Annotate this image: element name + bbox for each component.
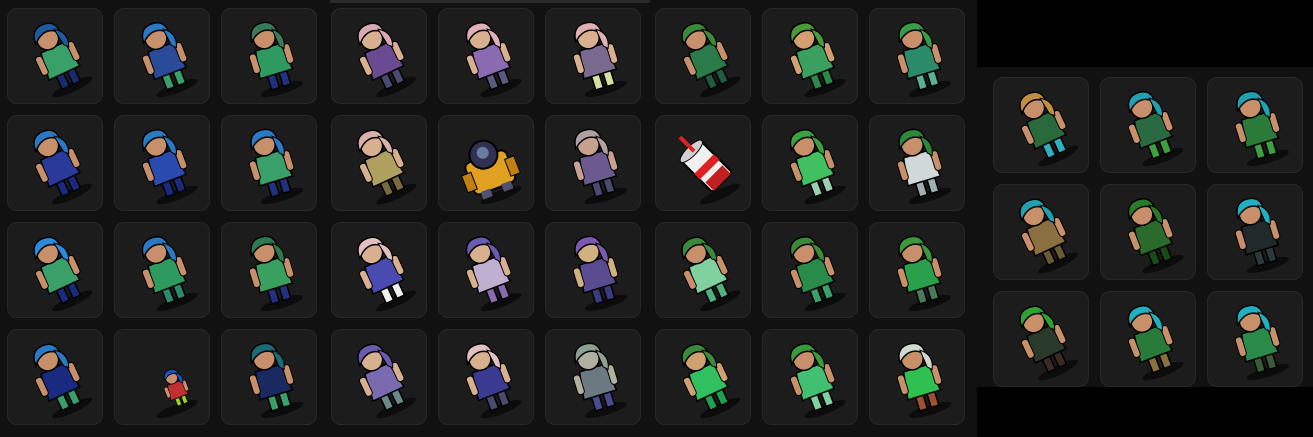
sprite-purple-hat-striped-icon: [465, 236, 522, 312]
sprite-pink-hair-navy-skirt-icon: [465, 343, 522, 419]
right-tile-r3-c1[interactable]: [993, 291, 1089, 387]
sprite-teal-hair-black-outfit-icon: [1234, 197, 1289, 273]
left-tile-r1-c6[interactable]: [545, 8, 641, 104]
sprite-green-hair-green-suit-icon: [681, 22, 741, 98]
sprite-green-cap-dark-outfit-icon: [1019, 305, 1079, 381]
sprite-pink-hair-tan-robe-icon: [357, 129, 417, 205]
left-tile-r1-c3[interactable]: [221, 8, 317, 104]
sprite-straw-hat-teal-icon: [1019, 91, 1079, 167]
sprite-pink-hair-lavender-dress-icon: [465, 22, 522, 98]
sprite-teal-hair-khaki-outfit-icon: [1019, 198, 1079, 274]
left-tile-r2-c2[interactable]: [114, 115, 210, 211]
sprite-pink-hair-yellow-skirt-icon: [572, 21, 627, 97]
left-tile-r1-c8[interactable]: [762, 8, 858, 104]
sprite-purple-hair-violet-dress-icon: [357, 343, 417, 419]
left-tile-r4-c4[interactable]: [331, 329, 427, 425]
sprite-green-hair-olive-pants-icon: [896, 235, 951, 311]
left-tile-r3-c4[interactable]: [331, 222, 427, 318]
left-tile-r4-c8[interactable]: [762, 329, 858, 425]
left-tile-r1-c7[interactable]: [655, 8, 751, 104]
left-tile-r4-c3[interactable]: [221, 329, 317, 425]
left-tile-r3-c5[interactable]: [438, 222, 534, 318]
left-tile-r3-c9[interactable]: [869, 222, 965, 318]
left-tile-r2-c1[interactable]: [7, 115, 103, 211]
left-tile-r2-c4[interactable]: [331, 115, 427, 211]
sprite-teal-hair-green-outfit-icon: [1127, 91, 1184, 167]
sprite-teal-hair-striped-green-icon: [1127, 305, 1184, 381]
right-tile-r2-c2[interactable]: [1100, 184, 1196, 280]
sprite-green-hair-mint-dress-icon: [681, 236, 741, 312]
sprite-green-hat-blue-pants-icon: [248, 21, 303, 97]
sprite-green-hair-mint-outfit-icon: [789, 129, 846, 205]
right-tile-r1-c1[interactable]: [993, 77, 1089, 173]
left-tile-r3-c2[interactable]: [114, 222, 210, 318]
left-tile-r1-c5[interactable]: [438, 8, 534, 104]
sprite-green-hair-teal-outfit-icon: [896, 21, 951, 97]
sprite-teal-hair-winged-icon: [1234, 90, 1289, 166]
sprite-grey-hair-grey-dress-icon: [572, 342, 627, 418]
right-tile-r1-c2[interactable]: [1100, 77, 1196, 173]
sprite-teal-hair-green-cape-icon: [1234, 304, 1289, 380]
right-tile-r3-c2[interactable]: [1100, 291, 1196, 387]
sprite-red-white-drink-cup-icon: [678, 135, 741, 205]
sprite-hooded-purple-outfit-icon: [572, 128, 627, 204]
sprite-green-witch-staff-icon: [1127, 198, 1184, 274]
left-tile-r1-c1[interactable]: [7, 8, 103, 104]
left-tile-r1-c9[interactable]: [869, 8, 965, 104]
left-tile-r4-c6[interactable]: [545, 329, 641, 425]
sprite-pink-hair-purple-dress-icon: [357, 22, 417, 98]
sprite-blue-hair-navy-gown-icon: [33, 129, 93, 205]
sprite-red-ribbon-white-dress-icon: [896, 128, 951, 204]
sprite-white-cat-green-dress-icon: [896, 342, 951, 418]
right-tile-r1-c3[interactable]: [1207, 77, 1303, 173]
right-tile-r2-c1[interactable]: [993, 184, 1089, 280]
sprite-blue-hair-green-top-icon: [248, 128, 303, 204]
left-tile-r2-c3[interactable]: [221, 115, 317, 211]
left-sprite-panel: [0, 0, 977, 437]
left-tile-r4-c5[interactable]: [438, 329, 534, 425]
sprite-green-hair-flowing-robe-icon: [789, 343, 846, 419]
left-tile-r2-c6[interactable]: [545, 115, 641, 211]
sprite-blue-hair-green-pants-icon: [141, 22, 198, 98]
left-tile-r3-c3[interactable]: [221, 222, 317, 318]
left-tile-r1-c4[interactable]: [331, 8, 427, 104]
left-tile-r1-c2[interactable]: [114, 8, 210, 104]
sprite-orange-mech-robot-icon: [460, 139, 522, 205]
sprite-blue-hair-green-coat-icon: [141, 236, 198, 312]
sprite-tiny-blue-red-green-icon: [156, 368, 198, 419]
left-tile-r2-c5[interactable]: [438, 115, 534, 211]
sprite-teal-hair-dark-outfit-icon: [248, 342, 303, 418]
left-tile-r4-c1[interactable]: [7, 329, 103, 425]
left-tile-r4-c9[interactable]: [869, 329, 965, 425]
sprite-green-hood-armored-icon: [248, 235, 303, 311]
sprite-pink-hair-indigo-dress-icon: [357, 236, 417, 312]
sprite-blue-hair-blue-dress-icon: [141, 129, 198, 205]
left-tile-r3-c8[interactable]: [762, 222, 858, 318]
right-sprite-panel: [977, 67, 1313, 387]
sprite-green-hair-green-skirt-icon: [789, 22, 846, 98]
left-tile-r2-c8[interactable]: [762, 115, 858, 211]
sprite-purple-hood-robe-icon: [572, 235, 627, 311]
left-tile-r4-c2[interactable]: [114, 329, 210, 425]
left-tile-r2-c9[interactable]: [869, 115, 965, 211]
sprite-green-hair-green-tunic-icon: [789, 236, 846, 312]
sprite-blue-ponytail-green-legs-icon: [33, 343, 93, 419]
sprite-blue-hair-green-outfit-icon: [33, 22, 93, 98]
left-tile-r3-c7[interactable]: [655, 222, 751, 318]
left-tile-r2-c7[interactable]: [655, 115, 751, 211]
right-tile-r3-c3[interactable]: [1207, 291, 1303, 387]
sprite-green-hair-green-apron-icon: [681, 343, 741, 419]
left-tile-r3-c1[interactable]: [7, 222, 103, 318]
top-divider: [330, 0, 650, 3]
right-tile-r2-c3[interactable]: [1207, 184, 1303, 280]
left-tile-r4-c7[interactable]: [655, 329, 751, 425]
sprite-spiky-blue-hair-icon: [33, 236, 93, 312]
left-tile-r3-c6[interactable]: [545, 222, 641, 318]
